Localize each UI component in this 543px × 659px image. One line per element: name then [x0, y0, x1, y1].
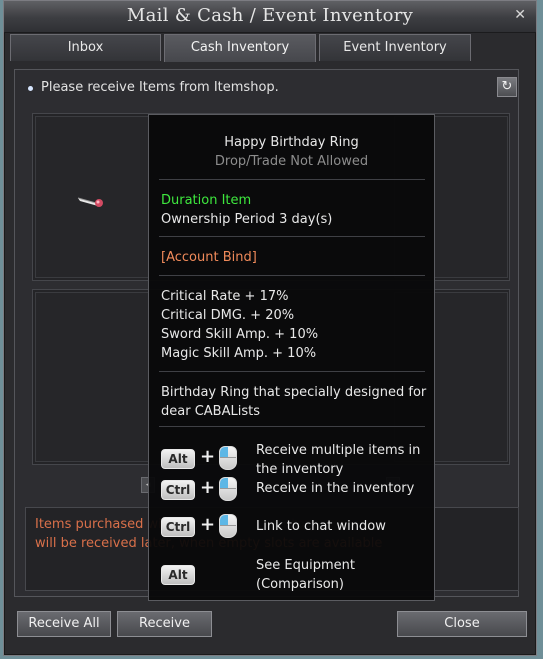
receive-button[interactable]: Receive: [117, 611, 212, 637]
mouse-left-click-icon: [219, 477, 237, 501]
plus-icon: +: [200, 446, 216, 467]
tab-cash-inventory[interactable]: Cash Inventory: [164, 34, 316, 62]
item-name: Happy Birthday Ring: [224, 135, 359, 150]
info-line-1: Items purchased wi: [35, 517, 162, 532]
hint-action: the inventory: [256, 462, 344, 477]
divider: [159, 371, 425, 372]
item-slot[interactable]: [35, 292, 149, 462]
mouse-left-click-icon: [219, 514, 237, 538]
stat-line: Magic Skill Amp. + 10%: [161, 346, 317, 361]
ownership-period: Ownership Period 3 day(s): [161, 212, 333, 227]
hint-action: (Comparison): [256, 577, 344, 592]
close-icon[interactable]: ✕: [514, 7, 526, 23]
stat-line: Critical DMG. + 20%: [161, 308, 295, 323]
plus-icon: +: [200, 514, 216, 535]
window-title: Mail & Cash / Event Inventory: [126, 5, 414, 26]
mouse-left-click-icon: [219, 446, 237, 470]
bullet-icon: [28, 86, 33, 91]
ring-item-icon[interactable]: [76, 193, 104, 209]
item-restriction: Drop/Trade Not Allowed: [214, 154, 369, 169]
alt-key-icon: Alt: [161, 449, 195, 469]
item-description: Birthday Ring that specially designed fo…: [161, 385, 427, 400]
receive-all-button[interactable]: Receive All: [17, 611, 111, 637]
item-tooltip: Happy Birthday Ring Drop/Trade Not Allow…: [148, 114, 435, 601]
close-button[interactable]: Close: [397, 611, 527, 637]
tab-inbox[interactable]: Inbox: [10, 34, 161, 61]
notice-text: Please receive Items from Itemshop.: [41, 80, 279, 95]
tab-event-inventory[interactable]: Event Inventory: [319, 34, 471, 61]
account-bind-label: [Account Bind]: [161, 250, 257, 265]
hint-action: See Equipment: [256, 558, 355, 573]
refresh-icon[interactable]: ↻: [497, 77, 517, 97]
divider: [159, 426, 425, 427]
divider: [159, 179, 425, 180]
stat-line: Sword Skill Amp. + 10%: [161, 327, 319, 342]
title-bar[interactable]: Mail & Cash / Event Inventory ✕: [4, 1, 536, 33]
divider: [159, 275, 425, 276]
stat-line: Critical Rate + 17%: [161, 289, 289, 304]
alt-key-icon: Alt: [161, 565, 195, 585]
hint-action: Receive in the inventory: [256, 481, 415, 496]
item-description: dear CABALists: [161, 404, 260, 419]
divider: [159, 236, 425, 237]
ctrl-key-icon: Ctrl: [161, 517, 195, 537]
hint-action: Receive multiple items in: [256, 443, 421, 458]
duration-label: Duration Item: [161, 193, 252, 208]
hint-action: Link to chat window: [256, 519, 386, 534]
plus-icon: +: [200, 477, 216, 498]
ctrl-key-icon: Ctrl: [161, 480, 195, 500]
